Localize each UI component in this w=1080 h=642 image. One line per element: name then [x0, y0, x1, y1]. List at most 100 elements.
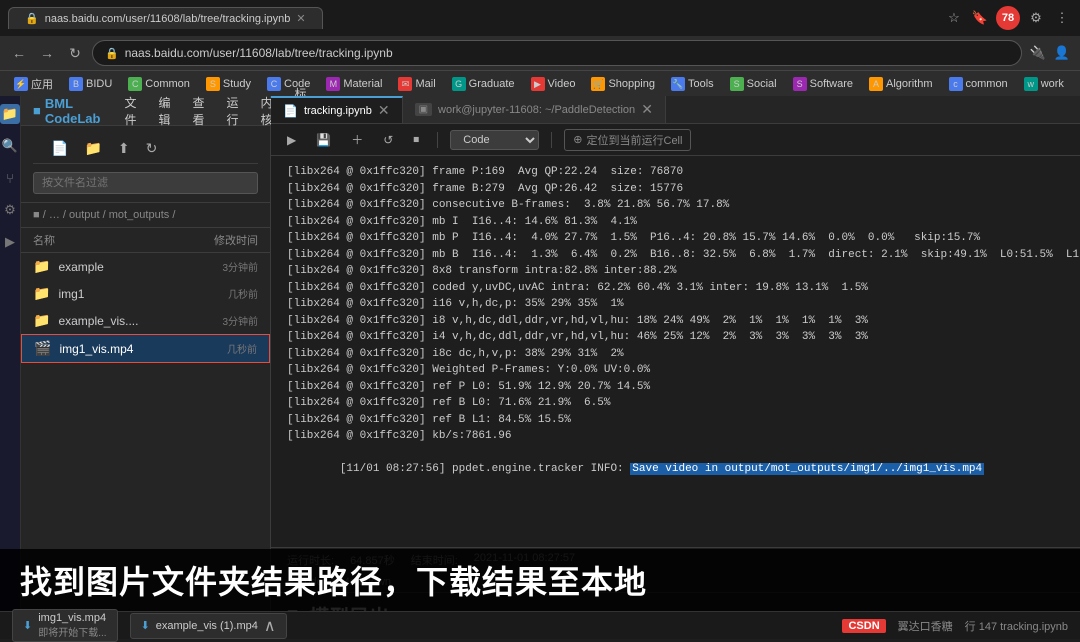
breadcrumb: ■ / … / output / mot_outputs / — [21, 203, 270, 228]
stop-button[interactable]: ⏹ — [407, 129, 425, 150]
bookmark-apps[interactable]: ⚡ 应用 — [8, 74, 59, 94]
bookmark-social[interactable]: S Social — [724, 75, 783, 93]
tab-file-icon: 📄 — [283, 104, 298, 118]
bookmark-tools[interactable]: 🔧 Tools — [665, 75, 720, 93]
sidebar-extensions-icon[interactable]: ⚙ — [0, 200, 20, 220]
tab-close-button[interactable]: ✕ — [641, 101, 653, 118]
settings-icon[interactable]: ⚙ — [1026, 8, 1046, 28]
extension-icon[interactable]: 🔌 — [1028, 43, 1048, 63]
menu-file[interactable]: 文件 — [114, 91, 146, 131]
restart-button[interactable]: ↺ — [377, 130, 399, 150]
tab-close-button[interactable]: ✕ — [378, 102, 390, 119]
address-bar[interactable]: 🔒 naas.baidu.com/user/11608/lab/tree/tra… — [92, 40, 1022, 66]
star-icon[interactable]: ☆ — [944, 8, 964, 28]
refresh-button[interactable]: ↻ — [140, 138, 164, 159]
overlay-text: 找到图片文件夹结果路径，下载结果至本地 — [20, 557, 647, 603]
browser-tab-icon: 🔒 — [25, 12, 39, 25]
chevron-up-icon[interactable]: ∧ — [264, 616, 276, 636]
bookmark-label: Study — [223, 78, 251, 90]
sidebar-files-icon[interactable]: 📁 — [0, 104, 20, 124]
upload-button[interactable]: ⬆ — [112, 138, 136, 159]
bookmark-label: common — [966, 78, 1008, 90]
back-button[interactable]: ← — [8, 42, 30, 64]
toolbar-sep — [437, 132, 438, 148]
locate-current-cell-button[interactable]: ⊕ 定位到当前运行Cell — [564, 129, 691, 151]
bookmark-work[interactable]: w work — [1018, 75, 1070, 93]
add-cell-button[interactable]: ＋ — [345, 128, 369, 151]
col-name-header: 名称 — [33, 232, 55, 248]
file-item-img1-vis[interactable]: 🎬 img1_vis.mp4 几秒前 — [21, 334, 270, 363]
reload-button[interactable]: ↻ — [64, 42, 86, 64]
bookmark-shopping[interactable]: 🛒 Shopping — [585, 75, 661, 93]
sidebar-search-icon[interactable]: 🔍 — [0, 136, 20, 156]
sidebar-git-icon[interactable]: ⑂ — [0, 168, 20, 188]
file-time: 3分钟前 — [222, 259, 258, 274]
bookmark-label: Material — [343, 78, 382, 90]
cell-output: [libx264 @ 0x1ffc320] frame P:169 Avg QP… — [271, 156, 1080, 547]
sidebar-run-icon[interactable]: ▶ — [0, 232, 20, 252]
menu-run[interactable]: 运行 — [217, 91, 249, 131]
bookmark-label: Graduate — [469, 78, 515, 90]
output-line-1: [libx264 @ 0x1ffc320] frame P:169 Avg QP… — [287, 164, 1080, 181]
browser-nav: ← → ↻ 🔒 naas.baidu.com/user/11608/lab/tr… — [0, 36, 1080, 70]
bookmark-icon[interactable]: 🔖 — [970, 8, 990, 28]
new-file-button[interactable]: 📄 — [45, 138, 74, 159]
menu-edit[interactable]: 编辑 — [148, 91, 180, 131]
file-name: img1_vis.mp4 — [59, 342, 219, 356]
forward-button[interactable]: → — [36, 42, 58, 64]
notification-badge: 78 — [996, 6, 1020, 30]
bookmark-graduate[interactable]: G Graduate — [446, 75, 521, 93]
browser-tab-bar: 🔒 naas.baidu.com/user/11608/lab/tree/tra… — [0, 0, 1080, 36]
bookmark-software[interactable]: S Software — [787, 75, 859, 93]
browser-tab-close[interactable]: ✕ — [296, 12, 305, 25]
download-item-1[interactable]: ⬇ img1_vis.mp4 即将开始下载... — [12, 609, 118, 642]
bookmark-algorithm[interactable]: A Algorithm — [863, 75, 938, 93]
output-line-5: [libx264 @ 0x1ffc320] mb P I16..4: 4.0% … — [287, 230, 1080, 247]
tab-work[interactable]: ▣ work@jupyter-11608: ~/PaddleDetection … — [403, 96, 666, 123]
algorithm-icon: A — [869, 77, 883, 91]
new-folder-button[interactable]: 📁 — [78, 138, 107, 159]
tab-tracking[interactable]: 📄 tracking.ipynb ✕ — [271, 96, 403, 123]
user-icon[interactable]: 👤 — [1052, 43, 1072, 63]
mail-icon: ✉ — [398, 77, 412, 91]
bookmark-common[interactable]: C Common — [122, 75, 196, 93]
file-item-example[interactable]: 📁 example 3分钟前 — [21, 253, 270, 280]
bookmark-study[interactable]: S Study — [200, 75, 257, 93]
save-button[interactable]: 💾 — [310, 130, 337, 150]
file-time: 几秒前 — [228, 286, 258, 301]
file-name: example_vis.... — [58, 314, 214, 328]
graduate-icon: G — [452, 77, 466, 91]
file-search-input[interactable] — [33, 172, 258, 194]
output-line-12: [libx264 @ 0x1ffc320] i8c dc,h,v,p: 38% … — [287, 346, 1080, 363]
common2-icon: c — [949, 77, 963, 91]
status-right: CSDN 翼达口香糖 行 147 tracking.ipynb — [842, 618, 1068, 634]
output-line-3: [libx264 @ 0x1ffc320] consecutive B-fram… — [287, 197, 1080, 214]
run-cell-button[interactable]: ▶ — [281, 130, 302, 150]
common-icon: C — [128, 77, 142, 91]
bookmark-common2[interactable]: c common — [943, 75, 1014, 93]
output-line-13: [libx264 @ 0x1ffc320] Weighted P-Frames:… — [287, 362, 1080, 379]
file-item-img1[interactable]: 📁 img1 几秒前 — [21, 280, 270, 307]
bookmark-mail[interactable]: ✉ Mail — [392, 75, 441, 93]
output-line-11: [libx264 @ 0x1ffc320] i4 v,h,dc,ddl,ddr,… — [287, 329, 1080, 346]
tab-label: tracking.ipynb — [304, 105, 372, 117]
material-icon: M — [326, 77, 340, 91]
bookmark-more[interactable]: » — [1074, 76, 1080, 92]
status-downloads: ⬇ img1_vis.mp4 即将开始下载... ⬇ example_vis (… — [12, 609, 287, 642]
bookmark-material[interactable]: M Material — [320, 75, 388, 93]
software-icon: S — [793, 77, 807, 91]
bookmark-label: BIDU — [86, 78, 112, 90]
cell-type-select[interactable]: Code Markdown — [450, 130, 539, 150]
bookmark-label: Algorithm — [886, 78, 932, 90]
browser-tab-active[interactable]: 🔒 naas.baidu.com/user/11608/lab/tree/tra… — [8, 7, 323, 29]
file-item-example-vis[interactable]: 📁 example_vis.... 3分钟前 — [21, 307, 270, 334]
mp4-icon: 🎬 — [34, 340, 51, 357]
download-filename-2: example_vis (1).mp4 — [156, 620, 258, 632]
bookmark-label: Tools — [688, 78, 714, 90]
bookmark-video[interactable]: ▶ Video — [525, 75, 582, 93]
bookmark-bidu[interactable]: B BIDU — [63, 75, 118, 93]
bookmark-label: 应用 — [31, 76, 53, 92]
menu-view[interactable]: 查看 — [183, 91, 215, 131]
menu-icon[interactable]: ⋮ — [1052, 8, 1072, 28]
download-item-2[interactable]: ⬇ example_vis (1).mp4 ∧ — [130, 613, 287, 639]
